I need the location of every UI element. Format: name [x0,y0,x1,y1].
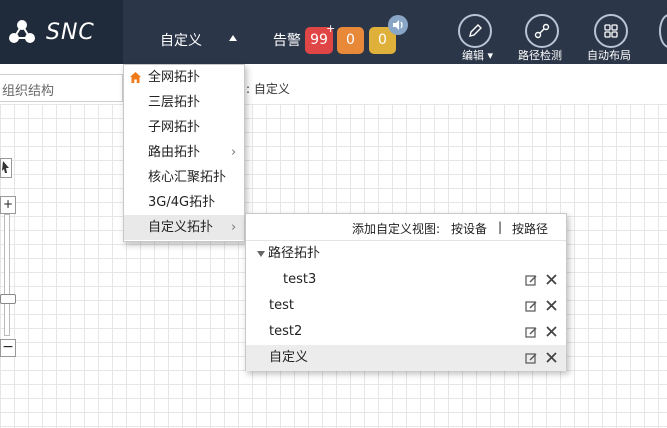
submenu-header: 添加自定义视图: 按设备 | 按路径 [246,214,566,241]
grid-layout-icon [604,24,618,38]
org-structure-label[interactable]: 组织结构 [2,80,54,99]
select-tool-icon[interactable] [0,158,12,178]
alarm-badge-major[interactable]: 0 [337,27,364,54]
home-icon [130,72,141,83]
breadcrumb: : 自定义 [246,82,290,96]
caret-up-icon[interactable] [229,35,237,41]
auto-layout-label[interactable]: 自动布局 [587,47,631,63]
menu-item-layer3[interactable]: 三层拓扑 [124,90,244,115]
delete-icon[interactable] [545,273,558,286]
speaker-icon[interactable] [388,15,408,35]
topology-menu: 全网拓扑 三层拓扑 子网拓扑 路由拓扑 › 核心汇聚拓扑 3G/4G拓扑 自定义… [123,64,245,242]
menu-item-routing[interactable]: 路由拓扑 › [124,140,244,165]
menu-item-3g4g[interactable]: 3G/4G拓扑 [124,190,244,215]
brand-name: SNC [46,20,95,45]
zoom-slider-track[interactable] [4,214,10,336]
menu-item-full-network[interactable]: 全网拓扑 [124,65,244,90]
expand-triangle-icon[interactable] [257,251,265,257]
tree-group-path-topology[interactable]: 路径拓扑 [246,241,566,267]
edit-button[interactable] [458,14,492,48]
alarm-plus-sign: + [326,22,336,35]
chevron-right-icon: › [231,220,237,235]
by-device-link[interactable]: 按设备 [451,220,487,237]
custom-topology-submenu: 添加自定义视图: 按设备 | 按路径 路径拓扑 test3 test test2… [245,213,567,371]
menu-item-custom[interactable]: 自定义拓扑 › [124,215,244,240]
view-select[interactable]: 自定义 [160,30,202,50]
path-detect-label[interactable]: 路径检测 [518,47,562,63]
edit-icon[interactable] [525,326,538,339]
auto-layout-button[interactable] [594,14,628,48]
list-item[interactable]: test2 [246,319,566,345]
list-item[interactable]: test3 [246,267,566,293]
zoom-slider-handle[interactable] [0,294,16,304]
list-item[interactable]: test [246,293,566,319]
path-icon [534,23,550,39]
zoom-out-button[interactable]: − [0,339,16,357]
by-path-link[interactable]: 按路径 [512,220,548,237]
path-detect-button[interactable] [525,14,559,48]
share-logo-icon [9,20,35,43]
edit-icon[interactable] [525,300,538,313]
menu-item-core-aggregation[interactable]: 核心汇聚拓扑 [124,165,244,190]
delete-icon[interactable] [545,299,558,312]
add-custom-view-label: 添加自定义视图: [352,222,441,236]
delete-icon[interactable] [545,351,558,364]
logo-area: SNC [0,0,123,64]
delete-icon[interactable] [545,325,558,338]
edit-icon[interactable] [525,274,538,287]
list-item[interactable]: 自定义 [246,345,566,371]
pencil-icon [469,24,482,37]
edit-button-label[interactable]: 编辑 ▾ [462,47,493,63]
menu-item-subnet[interactable]: 子网拓扑 [124,115,244,140]
zoom-in-button[interactable]: + [0,196,16,214]
alarm-label: 告警 [273,33,301,49]
separator: | [498,220,503,234]
chevron-right-icon: › [231,145,237,160]
edit-icon[interactable] [525,352,538,365]
